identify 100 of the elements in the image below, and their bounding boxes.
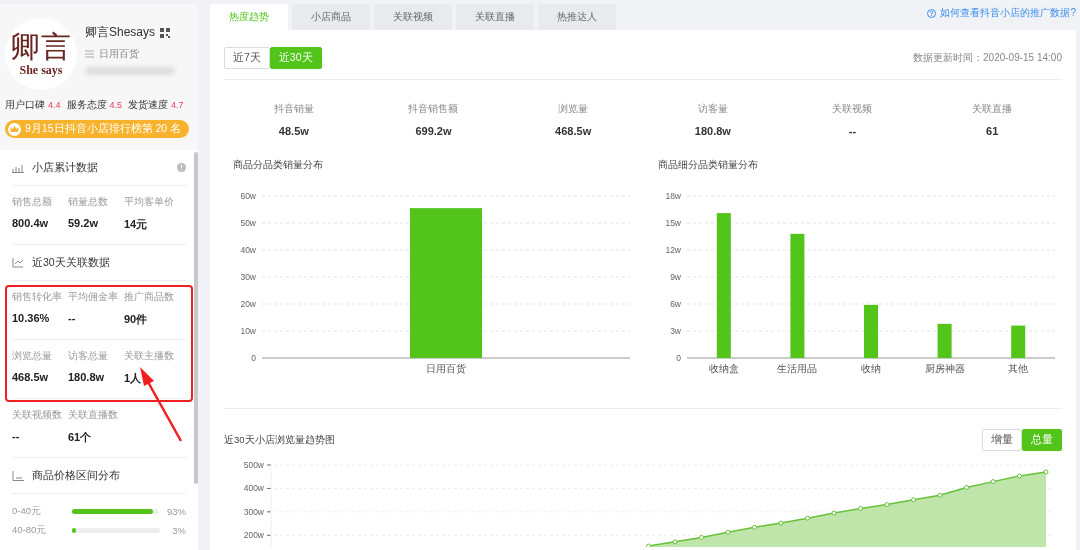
metric-value: -- xyxy=(848,125,857,137)
stat-label: 销售转化率 xyxy=(12,291,63,304)
update-time: 数据更新时间：2020-09-15 14:00 xyxy=(913,51,1062,65)
rating-label: 发货速度 xyxy=(128,99,169,110)
stat-label: 平均客单价 xyxy=(124,196,175,209)
stat-value: 468.5w xyxy=(12,371,50,383)
data-point xyxy=(752,524,757,530)
axis-tick-label: 300w xyxy=(243,506,264,517)
section-title: 商品价格区间分布 xyxy=(32,468,121,483)
rank-text: 9月15日抖音小店排行榜第 20 名 xyxy=(25,122,182,136)
price-range-label: 0-40元 xyxy=(12,505,42,518)
stat-value: 800.4w xyxy=(12,217,50,229)
bar xyxy=(1011,325,1026,358)
tab[interactable]: 关联视频 xyxy=(374,4,452,30)
help-link[interactable]: 如何查看抖音小店的推广数据? xyxy=(927,4,1076,20)
tab[interactable]: 小店商品 xyxy=(292,4,370,30)
metric-value: 48.5w xyxy=(278,125,309,137)
rating-label: 用户口碑 xyxy=(5,99,45,110)
data-point xyxy=(937,492,943,498)
stat-label: 关联主播数 xyxy=(124,350,175,363)
data-point xyxy=(672,539,678,545)
axis-tick-label: 0 xyxy=(676,353,681,363)
question-icon xyxy=(927,8,937,18)
qr-code-icon[interactable] xyxy=(160,27,171,38)
shop-category: 日用百货 xyxy=(99,47,139,61)
stat-value: 61个 xyxy=(68,430,93,445)
metric-label: 抖音销量 xyxy=(273,102,314,116)
metric-label: 访客量 xyxy=(697,102,728,116)
data-point xyxy=(990,479,996,485)
axis-icon xyxy=(12,470,24,481)
stat-value: 90件 xyxy=(124,312,149,327)
bar-chart-icon xyxy=(12,162,24,173)
stat-label: 访客总量 xyxy=(68,350,109,363)
list-icon xyxy=(85,50,94,58)
axis-tick-label: 3w xyxy=(670,326,681,336)
bar xyxy=(864,304,878,358)
axis-tick-label: 60w xyxy=(240,191,256,201)
stat-label: 销量总数 xyxy=(68,196,109,209)
axis-tick-label: 200w xyxy=(243,530,264,541)
price-range-label: 40-80元 xyxy=(12,524,48,537)
data-point xyxy=(699,534,704,540)
percent-text: 3% xyxy=(171,525,186,536)
bar xyxy=(937,323,952,358)
axis-tick-label: 30w xyxy=(240,272,256,282)
metric-value: 61 xyxy=(986,125,999,137)
data-point xyxy=(1043,469,1049,475)
axis-tick-label: 12w xyxy=(665,245,681,255)
scrollbar[interactable] xyxy=(194,152,198,484)
axis-tick-label: 400w xyxy=(243,483,264,494)
shop-logo: 卿言 She says xyxy=(5,18,77,90)
metric-label: 浏览量 xyxy=(558,102,589,116)
axis-tick-label: 500w xyxy=(243,460,264,470)
rating-score: 4.5 xyxy=(109,100,123,110)
tab[interactable]: 关联直播 xyxy=(456,4,534,30)
axis-tick-label: 40w xyxy=(240,245,256,255)
data-point xyxy=(831,510,837,516)
data-point xyxy=(646,543,651,547)
metric-label: 关联视频 xyxy=(832,102,873,116)
percent-text: 93% xyxy=(167,506,186,517)
section-title: 近30天关联数据 xyxy=(32,255,111,270)
metric-value: 180.8w xyxy=(694,125,731,137)
axis-tick-label: 15w xyxy=(665,218,681,228)
data-point xyxy=(1017,473,1022,479)
stat-label: 平均佣金率 xyxy=(68,291,119,304)
axis-tick-label: 6w xyxy=(670,299,681,309)
metric-label: 关联直播 xyxy=(972,102,1013,116)
axis-tick-label: 0 xyxy=(251,353,256,363)
category-label: 收纳盒 xyxy=(708,363,739,374)
category-label: 日用百货 xyxy=(426,363,466,374)
stat-value: 59.2w xyxy=(68,217,99,229)
category-label: 其他 xyxy=(1008,363,1029,374)
stat-value: 10.36% xyxy=(12,312,51,324)
stat-value: 14元 xyxy=(124,217,149,232)
stat-label: 推广商品数 xyxy=(124,291,175,304)
axis-tick-label: 10w xyxy=(240,326,256,336)
stat-value: 180.8w xyxy=(68,371,106,383)
tab[interactable]: 热推达人 xyxy=(538,4,616,30)
rating-score: 4.7 xyxy=(171,100,184,110)
info-icon[interactable] xyxy=(177,163,186,172)
range-toggle-button[interactable]: 近7天 xyxy=(224,47,270,69)
metric-value: 699.2w xyxy=(415,125,452,137)
data-point xyxy=(725,529,731,535)
chart-title: 商品细分品类销量分布 xyxy=(657,159,759,172)
metric-value: 468.5w xyxy=(555,125,592,137)
chart-title: 商品分品类销量分布 xyxy=(232,159,324,172)
data-point xyxy=(778,520,784,526)
stat-label: 关联视频数 xyxy=(12,409,63,422)
data-point xyxy=(911,497,916,503)
category-label: 生活用品 xyxy=(777,363,818,374)
shop-name: 卿言Shesays xyxy=(85,24,156,41)
chart-title: 近30天小店浏览量趋势图 xyxy=(224,433,335,447)
rating-label: 服务态度 xyxy=(66,99,107,110)
axis-tick-label: 9w xyxy=(670,272,681,282)
data-point xyxy=(805,515,810,521)
axis-tick-label: 50w xyxy=(240,218,256,228)
mode-toggle-button[interactable]: 增量 xyxy=(982,429,1022,451)
stat-label: 销售总额 xyxy=(12,196,53,209)
stat-label: 关联直播数 xyxy=(68,409,119,422)
data-point xyxy=(884,502,890,508)
data-point xyxy=(858,506,863,512)
